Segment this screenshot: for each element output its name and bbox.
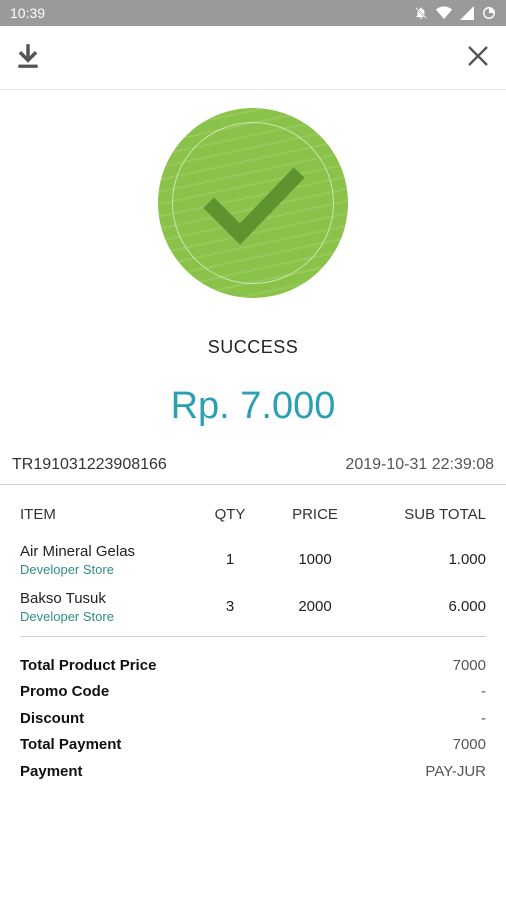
summary-total-payment: Total Payment 7000 bbox=[20, 732, 486, 759]
item-subtotal: 6.000 bbox=[448, 598, 486, 615]
summary-discount: Discount - bbox=[20, 705, 486, 732]
download-button[interactable] bbox=[12, 42, 44, 74]
summary-payment-method: Payment PAY-JUR bbox=[20, 758, 486, 785]
success-badge bbox=[158, 108, 348, 298]
item-cell: Air Mineral Gelas Developer Store bbox=[20, 543, 200, 577]
payment-summary: Total Product Price 7000 Promo Code - Di… bbox=[20, 652, 486, 785]
summary-label: Total Payment bbox=[20, 736, 122, 754]
summary-value: 7000 bbox=[452, 736, 486, 754]
items-table: ITEM QTY PRICE SUB TOTAL Air Mineral Gel… bbox=[20, 500, 486, 630]
status-icons bbox=[414, 6, 496, 20]
summary-value: PAY-JUR bbox=[425, 762, 486, 780]
battery-icon bbox=[482, 6, 496, 20]
notifications-off-icon bbox=[414, 6, 428, 20]
table-header: ITEM QTY PRICE SUB TOTAL bbox=[20, 500, 486, 528]
summary-value: - bbox=[481, 683, 486, 701]
item-price: 1000 bbox=[298, 551, 332, 568]
item-qty: 1 bbox=[225, 551, 235, 568]
status-time: 10:39 bbox=[10, 5, 46, 21]
summary-total-product-price: Total Product Price 7000 bbox=[20, 652, 486, 679]
item-name: Air Mineral Gelas bbox=[20, 542, 136, 560]
item-cell: Bakso Tusuk Developer Store bbox=[20, 590, 200, 624]
transaction-id: TR191031223908166 bbox=[12, 456, 167, 473]
table-row: Air Mineral Gelas Developer Store 1 1000… bbox=[20, 536, 486, 583]
summary-value: - bbox=[481, 709, 486, 727]
summary-value: 7000 bbox=[452, 656, 486, 674]
close-button[interactable] bbox=[462, 42, 494, 74]
payment-status: SUCCESS bbox=[207, 337, 299, 357]
summary-label: Discount bbox=[20, 709, 85, 727]
divider bbox=[0, 484, 506, 485]
summary-label: Total Product Price bbox=[20, 656, 157, 674]
checkmark-icon bbox=[203, 167, 305, 245]
item-qty: 3 bbox=[225, 598, 235, 615]
table-row: Bakso Tusuk Developer Store 3 2000 6.000 bbox=[20, 583, 486, 630]
summary-label: Promo Code bbox=[20, 683, 110, 701]
header-price: PRICE bbox=[292, 505, 338, 523]
item-name: Bakso Tusuk bbox=[20, 589, 106, 607]
download-icon bbox=[15, 42, 41, 75]
close-icon bbox=[466, 44, 490, 73]
status-bar: 10:39 bbox=[0, 0, 506, 26]
summary-promo-code: Promo Code - bbox=[20, 679, 486, 706]
item-price: 2000 bbox=[298, 598, 332, 615]
toolbar bbox=[0, 26, 506, 90]
transaction-info: TR191031223908166 2019-10-31 22:39:08 bbox=[12, 456, 494, 478]
header-qty: QTY bbox=[214, 505, 246, 523]
header-item: ITEM bbox=[20, 505, 56, 523]
divider bbox=[20, 636, 486, 637]
header-subtotal: SUB TOTAL bbox=[404, 505, 486, 523]
wifi-icon bbox=[436, 6, 452, 20]
item-store: Developer Store bbox=[20, 561, 114, 577]
item-store: Developer Store bbox=[20, 608, 114, 624]
summary-label: Payment bbox=[20, 762, 83, 780]
signal-icon bbox=[460, 6, 474, 20]
payment-amount: Rp. 7.000 bbox=[170, 385, 336, 427]
item-subtotal: 1.000 bbox=[448, 551, 486, 568]
transaction-datetime: 2019-10-31 22:39:08 bbox=[345, 456, 494, 473]
